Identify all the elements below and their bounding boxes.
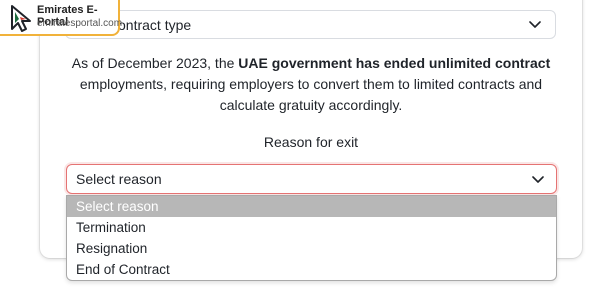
notice-text-1: As of December 2023, the xyxy=(71,55,239,71)
contract-type-select[interactable]: ontract type xyxy=(65,10,556,39)
notice-bold-text: UAE government has ended unlimited contr… xyxy=(238,55,551,71)
emirates-eportal-logo[interactable]: Emirates E-Portal emiratesportal.com xyxy=(0,0,123,36)
contract-type-label: ontract type xyxy=(118,17,192,33)
cursor-logo-icon xyxy=(11,5,31,32)
chevron-down-icon xyxy=(529,21,541,28)
reason-option-resignation[interactable]: Resignation xyxy=(67,238,556,259)
reason-option-end-of-contract[interactable]: End of Contract xyxy=(67,259,556,280)
reason-option-select-reason[interactable]: Select reason xyxy=(67,196,556,217)
reason-option-termination[interactable]: Termination xyxy=(67,217,556,238)
chevron-down-icon xyxy=(532,176,544,183)
reason-select[interactable]: Select reason xyxy=(66,164,557,194)
notice-text-2: employments, requiring employers to conv… xyxy=(79,76,543,113)
contract-notice: As of December 2023, the UAE government … xyxy=(66,53,556,116)
reason-select-value: Select reason xyxy=(76,171,162,187)
reason-for-exit-label: Reason for exit xyxy=(263,134,359,150)
reason-dropdown-list: Select reason Termination Resignation En… xyxy=(66,195,557,281)
logo-url: emiratesportal.com xyxy=(37,18,123,29)
